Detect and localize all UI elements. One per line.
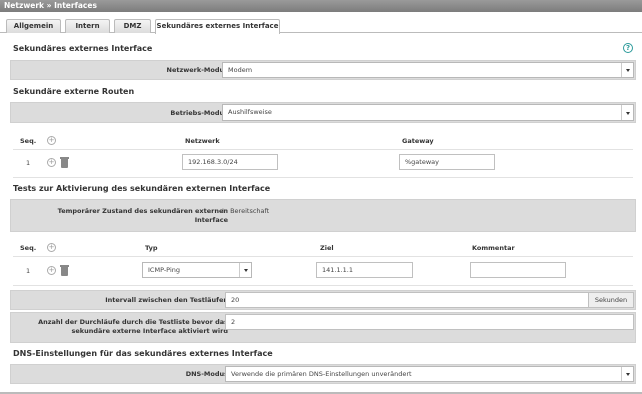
delete-test-icon[interactable] <box>60 265 69 276</box>
intervall-input[interactable]: 20 <box>225 292 589 308</box>
intervall-unit: Sekunden <box>588 292 634 308</box>
test-typ-select[interactable]: ICMP-Ping <box>142 262 252 278</box>
betriebs-modus-select[interactable]: Aushilfsweise <box>222 104 634 121</box>
tab-intern[interactable]: Intern <box>65 19 110 33</box>
delete-route-icon[interactable] <box>60 157 69 168</box>
divider <box>13 256 633 257</box>
zustand-label: Temporärer Zustand des sekundären extern… <box>57 207 228 224</box>
add-route-icon[interactable]: + <box>47 136 56 145</box>
zustand-value: In Bereitschaft <box>222 207 270 215</box>
netzwerk-modus-label: Netzwerk-Modus <box>166 66 228 74</box>
tests-col-seq: Seq. <box>20 244 37 252</box>
chevron-down-icon <box>621 367 633 381</box>
test-kommentar-input[interactable] <box>470 262 566 278</box>
tab-dmz[interactable]: DMZ <box>114 19 151 33</box>
tab-allgemein[interactable]: Allgemein <box>6 19 61 33</box>
durchlaeufe-input[interactable]: 2 <box>225 314 634 330</box>
section-title-tests: Tests zur Aktivierung des sekundären ext… <box>13 184 271 193</box>
test-seq: 1 <box>26 267 31 275</box>
insert-test-icon[interactable]: + <box>47 266 56 275</box>
chevron-down-icon <box>621 63 633 77</box>
chevron-down-icon <box>239 263 251 277</box>
netzwerk-modus-value: Modem <box>228 66 253 74</box>
route-netzwerk-input[interactable]: 192.168.3.0/24 <box>182 154 278 170</box>
section-title-dns: DNS-Einstellungen für das sekundäres ext… <box>13 349 273 358</box>
section-title-routen: Sekundäre externe Routen <box>13 87 135 96</box>
dns-modus-select[interactable]: Verwende die primären DNS-Einstellungen … <box>225 366 634 382</box>
section-title-interface: Sekundäres externes Interface <box>13 44 153 53</box>
divider <box>13 177 633 178</box>
divider <box>13 149 633 150</box>
tab-sekundaeres-externes-interface[interactable]: Sekundäres externes Interface <box>155 19 280 34</box>
divider <box>13 285 633 286</box>
netzwerk-modus-select[interactable]: Modem <box>222 62 634 78</box>
tests-col-ziel: Ziel <box>320 244 334 252</box>
add-test-icon[interactable]: + <box>47 243 56 252</box>
dns-modus-value: Verwende die primären DNS-Einstellungen … <box>231 370 412 378</box>
chevron-down-icon <box>621 105 633 120</box>
route-gateway-input[interactable]: %gateway <box>399 154 495 170</box>
tests-col-kommentar: Kommentar <box>472 244 515 252</box>
tests-col-typ: Typ <box>145 244 158 252</box>
help-icon[interactable]: ? <box>623 43 633 53</box>
routes-col-seq: Seq. <box>20 137 37 145</box>
durchlaeufe-label: Anzahl der Durchläufe durch die Testlist… <box>38 318 228 335</box>
tab-bar: Allgemein Intern DMZ Sekundäres externes… <box>0 12 642 34</box>
test-ziel-input[interactable]: 141.1.1.1 <box>316 262 413 278</box>
insert-route-icon[interactable]: + <box>47 158 56 167</box>
betriebs-modus-label: Betriebs-Modus <box>170 109 228 117</box>
test-typ-value: ICMP-Ping <box>148 266 181 274</box>
routes-col-netzwerk: Netzwerk <box>185 137 220 145</box>
betriebs-modus-value: Aushilfsweise <box>228 108 272 116</box>
routes-col-gateway: Gateway <box>402 137 434 145</box>
dns-modus-label: DNS-Modus <box>185 370 228 378</box>
intervall-label: Intervall zwischen den Testläufen <box>105 296 228 304</box>
breadcrumb: Netzwerk » Interfaces <box>0 0 642 12</box>
route-seq: 1 <box>26 159 31 167</box>
